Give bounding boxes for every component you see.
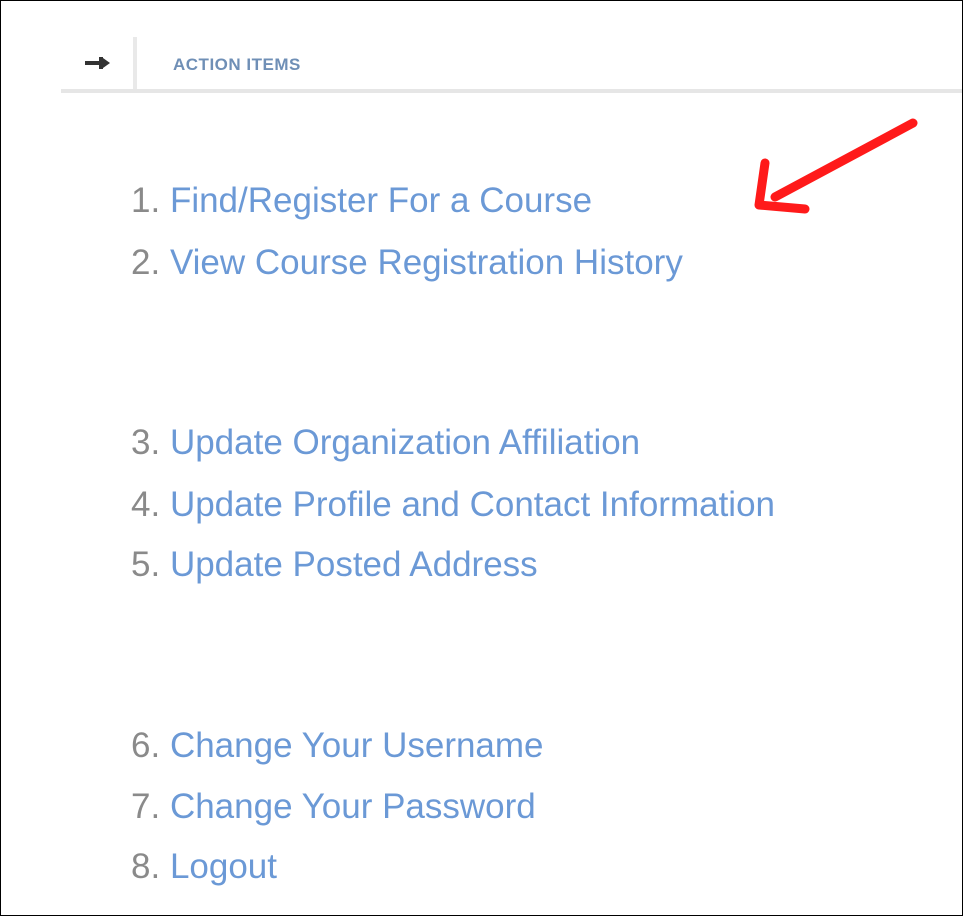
menu-item-number: 3.: [131, 423, 161, 462]
menu-item-number: 5.: [131, 545, 161, 584]
menu-item-number: 4.: [131, 485, 161, 524]
menu-item-label: Change Your Password: [169, 787, 536, 826]
red-arrow-icon: [745, 109, 935, 224]
menu-item-posted-address[interactable]: 5. Update Posted Address: [131, 545, 538, 585]
menu-item-number: 1.: [131, 181, 161, 220]
pin-arrow-icon[interactable]: [61, 37, 133, 89]
menu-item-label: View Course Registration History: [169, 243, 683, 282]
panel-title: ACTION ITEMS: [173, 55, 301, 74]
menu-item-label: Logout: [169, 847, 277, 886]
menu-item-logout[interactable]: 8. Logout: [131, 847, 277, 887]
page-frame: ACTION ITEMS 1. Find/Register For a Cour…: [0, 0, 963, 916]
menu-item-change-username[interactable]: 6. Change Your Username: [131, 726, 544, 766]
menu-item-registration-history[interactable]: 2. View Course Registration History: [131, 243, 683, 283]
menu-item-profile-contact[interactable]: 4. Update Profile and Contact Informatio…: [131, 485, 775, 525]
header-divider: [133, 37, 137, 89]
menu-item-label: Update Profile and Contact Information: [169, 485, 776, 524]
menu-item-label: Update Posted Address: [169, 545, 538, 584]
menu-item-label: Update Organization Affiliation: [169, 423, 641, 462]
menu-item-number: 7.: [131, 787, 161, 826]
menu-item-number: 6.: [131, 726, 161, 765]
menu-item-number: 8.: [131, 847, 161, 886]
menu-item-find-register[interactable]: 1. Find/Register For a Course: [131, 181, 592, 221]
menu-item-change-password[interactable]: 7. Change Your Password: [131, 787, 536, 827]
menu-item-label: Change Your Username: [169, 726, 544, 765]
action-items-header: ACTION ITEMS: [61, 37, 962, 93]
menu-item-number: 2.: [131, 243, 161, 282]
menu-item-label: Find/Register For a Course: [169, 181, 593, 220]
menu-item-organization-affiliation[interactable]: 3. Update Organization Affiliation: [131, 423, 640, 463]
